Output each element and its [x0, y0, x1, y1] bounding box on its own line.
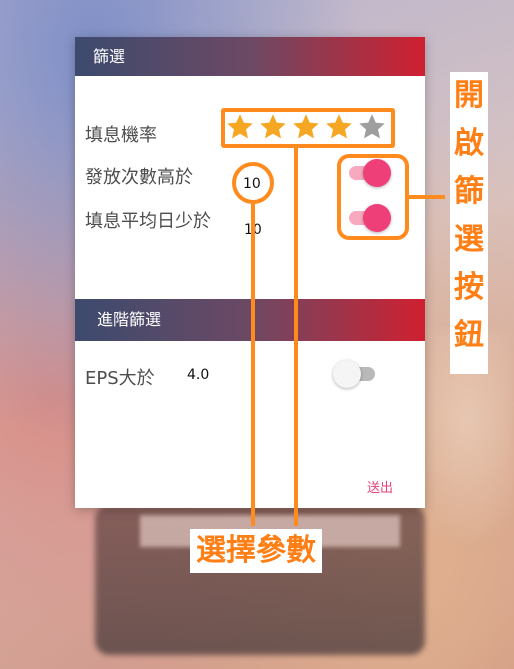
value-highlight-circle	[232, 162, 274, 204]
stars-highlight-box	[221, 108, 395, 148]
rating-label: 填息機率	[85, 125, 157, 146]
annotation-line	[294, 148, 298, 526]
enable-filter-annotation: 開啟篩選按鈕	[450, 72, 488, 374]
eps-value[interactable]: 4.0	[187, 367, 209, 383]
annotation-line	[251, 204, 255, 526]
annotation-line	[409, 195, 445, 199]
toggles-highlight-box	[337, 154, 409, 240]
filter-header: 篩選	[75, 37, 425, 76]
advanced-filter-header: 進階篩選	[75, 299, 425, 341]
eps-label: EPS大於	[85, 368, 155, 389]
select-parameters-annotation: 選擇參數	[190, 529, 322, 573]
eps-toggle[interactable]	[333, 359, 377, 389]
min-payout-count-label: 發放次數高於	[85, 167, 193, 188]
avg-fill-days-label: 填息平均日少於	[85, 211, 211, 232]
toggle-thumb	[333, 360, 361, 388]
submit-button[interactable]: 送出	[367, 477, 393, 496]
